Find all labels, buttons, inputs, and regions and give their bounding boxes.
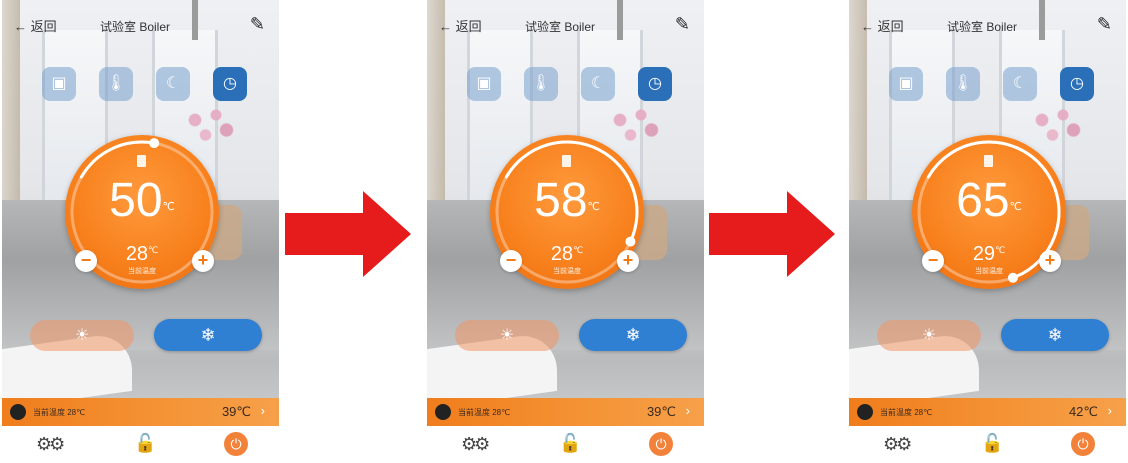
sun-icon: ☀ — [74, 327, 90, 344]
decrease-button[interactable]: − — [922, 250, 944, 272]
setpoint-unit: ℃ — [587, 201, 600, 213]
sun-icon: ☀ — [921, 327, 937, 344]
status-bar[interactable]: 当前温度 28℃ 42℃ › — [849, 398, 1126, 426]
thermometer-icon[interactable]: 🌡 — [99, 67, 133, 101]
status-label: 当前温度 28℃ — [33, 408, 86, 417]
edit-icon[interactable]: ✎ — [1097, 14, 1112, 35]
cool-mode-button[interactable]: ❄ — [1001, 319, 1109, 351]
device-icon — [10, 404, 26, 420]
moon-icon[interactable]: ☾ — [1003, 67, 1037, 101]
thermometer-icon[interactable]: 🌡 — [946, 67, 980, 101]
current-temp-number: 28 — [125, 243, 149, 265]
setpoint-value: 58℃ — [490, 173, 644, 229]
clock-icon[interactable]: ◷ — [213, 67, 247, 101]
lock-icon[interactable]: 🔓 — [981, 433, 1003, 454]
setpoint-value: 50℃ — [65, 173, 219, 229]
snowflake-icon: ❄ — [200, 325, 216, 345]
moon-icon[interactable]: ☾ — [581, 67, 615, 101]
snowflake-icon: ❄ — [625, 325, 641, 345]
current-temp-number: 28 — [550, 243, 574, 265]
bottom-nav: ⚙⚙ 🔓 ⏻ — [2, 426, 279, 463]
setpoint-number: 58 — [534, 174, 588, 227]
setpoint-number: 50 — [109, 174, 163, 227]
decrease-button[interactable]: − — [75, 250, 97, 272]
battery-icon — [137, 155, 146, 167]
page-title: 试验室 Boiler — [525, 20, 596, 34]
chevron-right-icon: › — [685, 403, 690, 418]
setpoint-value: 65℃ — [912, 173, 1066, 229]
decrease-button[interactable]: − — [500, 250, 522, 272]
gears-icon[interactable]: ⚙⚙ — [36, 434, 65, 455]
device-icon — [857, 404, 873, 420]
arrow-right-icon — [285, 191, 411, 277]
current-temp-unit: ℃ — [995, 245, 1006, 255]
status-bar[interactable]: 当前温度 28℃ 39℃ › — [427, 398, 704, 426]
heat-mode-button[interactable]: ☀ — [877, 320, 981, 351]
power-icon[interactable]: ⏻ — [649, 432, 673, 456]
setpoint-unit: ℃ — [162, 201, 175, 213]
bottom-nav: ⚙⚙ 🔓 ⏻ — [849, 426, 1126, 463]
chevron-right-icon: › — [1107, 403, 1112, 418]
arrow-right-icon — [709, 191, 835, 277]
header: ← 返回 试验室 Boiler ✎ — [427, 10, 704, 40]
edit-icon[interactable]: ✎ — [250, 14, 265, 35]
screen-1: ← 返回 试验室 Boiler ✎ ▣ 🌡 ☾ ◷ 50℃ 28℃ 当前温度 −… — [2, 0, 279, 463]
edit-icon[interactable]: ✎ — [675, 14, 690, 35]
status-label: 当前温度 28℃ — [458, 408, 511, 417]
status-value: 39℃ — [221, 404, 251, 419]
suitcase-icon[interactable]: ▣ — [42, 67, 76, 101]
lock-icon[interactable]: 🔓 — [134, 433, 156, 454]
gears-icon[interactable]: ⚙⚙ — [461, 434, 490, 455]
thermometer-icon[interactable]: 🌡 — [524, 67, 558, 101]
screen-3: ← 返回 试验室 Boiler ✎ ▣ 🌡 ☾ ◷ 65℃ 29℃ 当前温度 −… — [849, 0, 1126, 463]
moon-icon[interactable]: ☾ — [156, 67, 190, 101]
chevron-right-icon: › — [260, 403, 265, 418]
suitcase-icon[interactable]: ▣ — [889, 67, 923, 101]
current-temp-unit: ℃ — [573, 245, 584, 255]
back-button[interactable]: ← 返回 — [439, 16, 482, 35]
clock-icon[interactable]: ◷ — [638, 67, 672, 101]
increase-button[interactable]: + — [617, 250, 639, 272]
cool-mode-button[interactable]: ❄ — [579, 319, 687, 351]
status-label: 当前温度 28℃ — [880, 408, 933, 417]
back-button[interactable]: ← 返回 — [861, 16, 904, 35]
header: ← 返回 试验室 Boiler ✎ — [849, 10, 1126, 40]
heat-mode-button[interactable]: ☀ — [455, 320, 559, 351]
page-title: 试验室 Boiler — [100, 20, 171, 34]
dial-knob[interactable] — [149, 138, 160, 149]
status-bar[interactable]: 当前温度 28℃ 39℃ › — [2, 398, 279, 426]
status-value: 39℃ — [646, 404, 676, 419]
clock-icon[interactable]: ◷ — [1060, 67, 1094, 101]
current-temp-unit: ℃ — [148, 245, 159, 255]
lock-icon[interactable]: 🔓 — [559, 433, 581, 454]
gears-icon[interactable]: ⚙⚙ — [883, 434, 912, 455]
increase-button[interactable]: + — [192, 250, 214, 272]
battery-icon — [984, 155, 993, 167]
heat-mode-button[interactable]: ☀ — [30, 320, 134, 351]
cool-mode-button[interactable]: ❄ — [154, 319, 262, 351]
setpoint-unit: ℃ — [1009, 201, 1022, 213]
status-value: 42℃ — [1068, 404, 1098, 419]
current-temp-number: 29 — [972, 243, 996, 265]
sun-icon: ☀ — [499, 327, 515, 344]
back-button[interactable]: ← 返回 — [14, 16, 57, 35]
bottom-nav: ⚙⚙ 🔓 ⏻ — [427, 426, 704, 463]
screen-2: ← 返回 试验室 Boiler ✎ ▣ 🌡 ☾ ◷ 58℃ 28℃ 当前温度 −… — [427, 0, 704, 463]
device-icon — [435, 404, 451, 420]
header: ← 返回 试验室 Boiler ✎ — [2, 10, 279, 40]
snowflake-icon: ❄ — [1047, 325, 1063, 345]
battery-icon — [562, 155, 571, 167]
suitcase-icon[interactable]: ▣ — [467, 67, 501, 101]
setpoint-number: 65 — [956, 174, 1010, 227]
power-icon[interactable]: ⏻ — [224, 432, 248, 456]
page-title: 试验室 Boiler — [947, 20, 1018, 34]
increase-button[interactable]: + — [1039, 250, 1061, 272]
power-icon[interactable]: ⏻ — [1071, 432, 1095, 456]
